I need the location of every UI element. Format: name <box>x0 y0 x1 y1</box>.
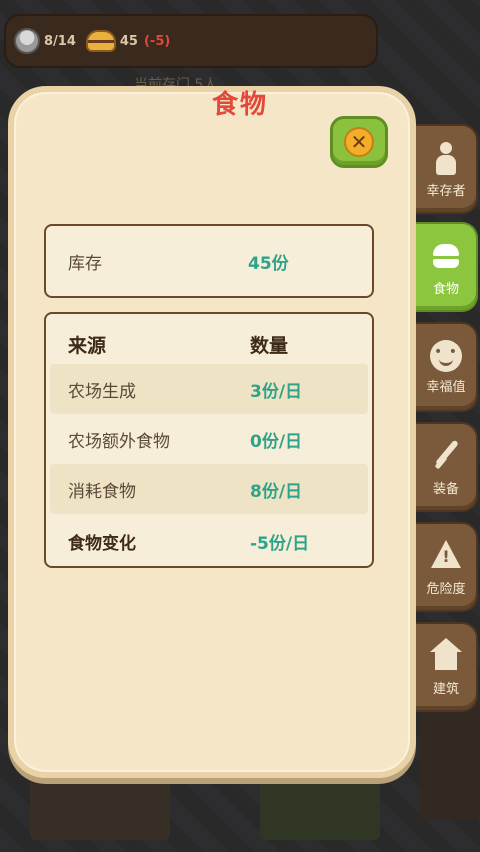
person-icon <box>428 140 464 176</box>
row-source: 农场额外食物 <box>68 432 170 452</box>
house-icon <box>428 637 464 674</box>
table-row: 农场生成 3份/日 <box>50 364 368 414</box>
food-source-table: 来源 数量 农场生成 3份/日 农场额外食物 0份/日 消耗食物 8份/日 食物… <box>44 312 374 568</box>
burger-icon <box>85 30 116 52</box>
status-bar: 8/14 45 (-5) <box>4 14 378 68</box>
tab-label: 建筑 <box>432 681 459 697</box>
row-amount: 8份/日 <box>250 482 303 502</box>
smile-icon <box>430 339 462 372</box>
stock-label: 库存 <box>68 253 102 274</box>
tab-food[interactable]: 食物 <box>416 222 478 312</box>
row-source: 农场生成 <box>68 382 136 402</box>
table-row: 消耗食物 8份/日 <box>50 464 368 514</box>
food-change: (-5) <box>143 33 171 49</box>
tab-happiness[interactable]: 幸福值 <box>416 322 478 412</box>
tab-equipment[interactable]: 装备 <box>416 422 478 512</box>
header-amount: 数量 <box>250 335 289 357</box>
survivor-avatar-icon <box>14 28 40 54</box>
header-source: 来源 <box>68 335 107 357</box>
table-header: 来源 数量 <box>50 318 368 368</box>
food-stat[interactable]: 45 (-5) <box>85 30 171 52</box>
tab-danger[interactable]: 危险度 <box>416 522 478 612</box>
total-source: 食物变化 <box>68 534 136 554</box>
row-source: 消耗食物 <box>68 482 136 502</box>
tab-buildings[interactable]: 建筑 <box>416 622 478 712</box>
panel-title: 食物 <box>211 90 268 120</box>
total-amount: -5份/日 <box>250 534 310 554</box>
table-row: 农场额外食物 0份/日 <box>50 414 368 464</box>
warning-icon <box>428 538 464 574</box>
close-button[interactable]: ✕ <box>330 116 388 168</box>
food-count: 45 <box>119 33 138 49</box>
tab-label: 幸福值 <box>426 379 466 395</box>
tab-label: 幸存者 <box>426 183 466 199</box>
survivor-stat[interactable]: 8/14 <box>14 28 76 54</box>
tab-label: 危险度 <box>426 581 466 597</box>
survivor-count: 8/14 <box>44 33 76 49</box>
sword-icon <box>428 438 464 474</box>
burger-icon <box>428 238 464 274</box>
close-icon: ✕ <box>344 127 374 157</box>
row-amount: 0份/日 <box>250 432 303 452</box>
tab-label: 装备 <box>432 481 459 497</box>
tab-label: 食物 <box>432 281 459 297</box>
row-amount: 3份/日 <box>250 382 303 402</box>
tab-survivors[interactable]: 幸存者 <box>416 124 478 214</box>
stock-box: 库存 45份 <box>44 224 374 298</box>
table-total-row: 食物变化 -5份/日 <box>50 516 368 566</box>
stock-value: 45份 <box>248 253 289 274</box>
